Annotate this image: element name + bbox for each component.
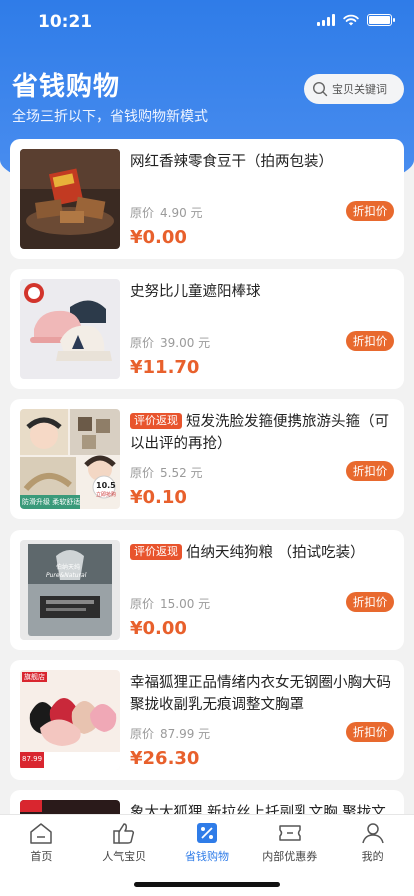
discount-price: ¥0.00 bbox=[130, 618, 187, 639]
product-card[interactable]: 史努比儿童遮阳棒球 原价 39.00 元 ¥11.70 折扣价 bbox=[10, 269, 404, 389]
product-image[interactable]: 防滑升级 柔软舒适 10.5 立即抢购 bbox=[20, 409, 120, 509]
search-placeholder: 宝贝关键词 bbox=[332, 83, 387, 96]
original-price: 原价 5.52 元 bbox=[130, 464, 203, 481]
home-indicator bbox=[134, 882, 280, 887]
product-image[interactable]: 旗舰店 87.99 bbox=[20, 670, 120, 770]
thumb-brand: 伯纳天纯 bbox=[56, 564, 81, 571]
original-price: 原价 15.00 元 bbox=[130, 595, 210, 612]
original-price-value: 87.99 元 bbox=[160, 727, 211, 741]
status-bar: 10:21 bbox=[0, 0, 414, 44]
tab-label: 省钱购物 bbox=[184, 850, 229, 863]
product-card[interactable]: 网红香辣零食豆干（拍两包装） 原价 4.90 元 ¥0.00 折扣价 bbox=[10, 139, 404, 259]
product-title[interactable]: 幸福狐狸正品情绪内衣女无钢圈小胸大码聚拢收副乳无痕调整文胸罩 bbox=[130, 672, 392, 716]
product-title[interactable]: 史努比儿童遮阳棒球 bbox=[130, 281, 392, 303]
search-icon bbox=[312, 81, 328, 97]
cashback-tag: 评价返现 bbox=[130, 544, 182, 560]
discount-price: ¥11.70 bbox=[130, 357, 200, 378]
product-title-text: 伯纳天纯狗粮 （拍试吃装） bbox=[186, 545, 365, 561]
original-price: 原价 87.99 元 bbox=[130, 725, 210, 742]
original-price-label: 原价 bbox=[130, 466, 155, 480]
coupon-icon bbox=[279, 825, 301, 841]
discount-price-button[interactable]: 折扣价 bbox=[346, 461, 394, 481]
product-card[interactable]: 防滑升级 柔软舒适 10.5 立即抢购 评价返现 短发洗脸发箍便携旅游头箍（可以出… bbox=[10, 399, 404, 519]
original-price-label: 原价 bbox=[130, 336, 155, 350]
original-price: 原价 39.00 元 bbox=[130, 334, 210, 351]
discount-price-button[interactable]: 折扣价 bbox=[346, 331, 394, 351]
search-input[interactable]: 宝贝关键词 bbox=[304, 74, 404, 104]
discount-price-button[interactable]: 折扣价 bbox=[346, 201, 394, 221]
original-price-value: 39.00 元 bbox=[160, 336, 211, 350]
original-price-label: 原价 bbox=[130, 597, 155, 611]
thumb-price: 87.99 bbox=[22, 755, 43, 763]
original-price-value: 5.52 元 bbox=[160, 466, 203, 480]
discount-price: ¥26.30 bbox=[130, 748, 200, 769]
product-title[interactable]: 评价返现 伯纳天纯狗粮 （拍试吃装） bbox=[130, 542, 392, 564]
tab-label: 首页 bbox=[30, 850, 53, 863]
thumb-buy-label: 立即抢购 bbox=[96, 492, 117, 498]
tab-label: 人气宝贝 bbox=[102, 850, 147, 863]
original-price-label: 原价 bbox=[130, 727, 155, 741]
status-icons bbox=[317, 14, 395, 26]
product-image[interactable]: 伯纳天纯 Pure&Natural bbox=[20, 540, 120, 640]
discount-icon bbox=[196, 823, 217, 843]
status-time: 10:21 bbox=[38, 12, 93, 32]
thumb-caption: 防滑升级 柔软舒适 bbox=[22, 498, 81, 506]
product-image[interactable] bbox=[20, 149, 120, 249]
signal-icon bbox=[317, 14, 335, 26]
tab-label: 我的 bbox=[361, 850, 384, 863]
product-title[interactable]: 网红香辣零食豆干（拍两包装） bbox=[130, 151, 392, 173]
tab-label: 内部优惠券 bbox=[262, 850, 318, 863]
original-price-value: 4.90 元 bbox=[160, 206, 203, 220]
cashback-tag: 评价返现 bbox=[130, 413, 182, 429]
original-price-value: 15.00 元 bbox=[160, 597, 211, 611]
product-card[interactable]: 伯纳天纯 Pure&Natural 评价返现 伯纳天纯狗粮 （拍试吃装） 原价 15… bbox=[10, 530, 404, 650]
thumb-brand-en: Pure&Natural bbox=[46, 572, 87, 579]
thumb-price: 10.5 bbox=[96, 481, 116, 490]
profile-icon bbox=[361, 823, 384, 844]
product-card[interactable]: 旗舰店 87.99 幸福狐狸正品情绪内衣女无钢圈小胸大码聚拢收副乳无痕调整文胸罩… bbox=[10, 660, 404, 780]
home-icon bbox=[30, 823, 53, 844]
tab-profile[interactable]: 我的 bbox=[331, 815, 414, 896]
product-image[interactable] bbox=[20, 279, 120, 379]
original-price: 原价 4.90 元 bbox=[130, 204, 203, 221]
thumb-store-badge: 旗舰店 bbox=[22, 672, 47, 682]
discount-price-button[interactable]: 折扣价 bbox=[346, 722, 394, 742]
discount-price-button[interactable]: 折扣价 bbox=[346, 592, 394, 612]
original-price-label: 原价 bbox=[130, 206, 155, 220]
product-title[interactable]: 评价返现 短发洗脸发箍便携旅游头箍（可以出评的再抢） bbox=[130, 411, 392, 455]
wifi-icon bbox=[343, 14, 359, 26]
page-subtitle: 全场三折以下，省钱购物新模式 bbox=[12, 109, 208, 125]
page-title: 省钱购物 bbox=[12, 72, 121, 102]
tab-home[interactable]: 首页 bbox=[0, 815, 83, 896]
battery-icon bbox=[367, 14, 395, 26]
discount-price: ¥0.00 bbox=[130, 227, 187, 248]
discount-price: ¥0.10 bbox=[130, 487, 187, 508]
thumbs-up-icon bbox=[113, 823, 135, 844]
